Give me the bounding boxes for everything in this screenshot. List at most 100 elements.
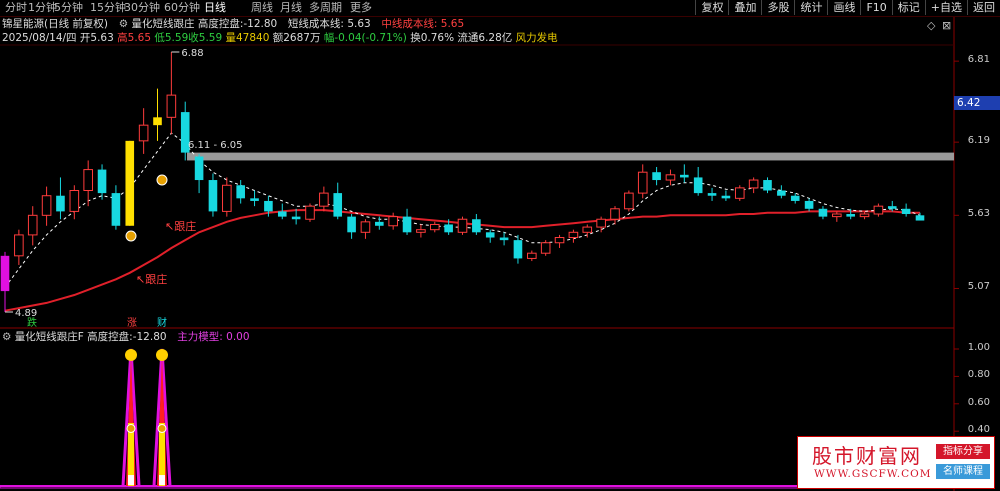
price-axis-label: 6.19 (967, 135, 990, 147)
sub-spike-foot-1 (159, 475, 165, 486)
candle-7 (97, 164, 107, 200)
candle-30 (416, 224, 426, 238)
candle-33 (457, 216, 468, 235)
candle-8 (111, 185, 121, 230)
high-price-label: 6.88 (181, 48, 203, 59)
candle-43 (596, 216, 606, 233)
candle-body-25 (347, 216, 356, 233)
candle-34 (472, 214, 481, 235)
sub-settings-icon[interactable]: ⚙ (2, 331, 11, 343)
candle-body-20 (277, 211, 287, 217)
candle-body-7 (97, 169, 107, 194)
candle-52 (721, 190, 731, 201)
candle-body-34 (472, 219, 481, 233)
candle-9 (125, 140, 135, 226)
resistance-band (187, 152, 954, 161)
tag-zhang: 涨 (127, 317, 137, 329)
candle-body-40 (554, 237, 565, 244)
candle-body-15 (208, 180, 218, 212)
candle-body-37 (513, 240, 523, 259)
watermark-url: WWW.GSCFW.COM (814, 468, 932, 480)
candle-body-66 (915, 215, 925, 221)
candle-body-59 (818, 208, 828, 217)
candle-55 (763, 177, 772, 194)
candle-17 (236, 180, 245, 204)
price-axis-label: 5.07 (967, 281, 990, 293)
candle-body-50 (693, 177, 703, 194)
candle-body-54 (748, 179, 759, 189)
candle-64 (887, 200, 897, 212)
candle-body-65 (901, 208, 911, 215)
kline-chart[interactable]: 6.884.896.11 - 6.05↖跟庄↖跟庄跌涨财 (0, 0, 1000, 491)
candle-body-22 (305, 205, 315, 220)
candle-42 (582, 224, 593, 238)
resistance-range-label: 6.11 - 6.05 (188, 140, 243, 151)
candle-body-23 (319, 192, 329, 207)
candle-0 (0, 251, 10, 312)
candle-body-28 (388, 216, 398, 227)
candle-body-41 (568, 231, 579, 239)
candle-39 (540, 240, 551, 256)
candle-6 (83, 160, 93, 207)
candle-body-57 (790, 195, 800, 201)
candle-51 (707, 187, 717, 201)
candle-12 (166, 52, 177, 135)
candle-body-14 (194, 156, 204, 181)
candle-body-12 (166, 94, 177, 118)
candle-66 (915, 212, 925, 221)
candle-16 (222, 177, 232, 217)
candle-58 (804, 198, 814, 212)
candle-body-9 (125, 140, 135, 226)
candle-body-47 (652, 172, 661, 181)
sub-gkp-value: -12.80 (132, 331, 167, 343)
candle-body-5 (69, 189, 80, 212)
candle-body-46 (637, 171, 648, 194)
candle-body-45 (624, 192, 634, 210)
candle-14 (194, 153, 204, 194)
candle-54 (748, 177, 759, 194)
candle-48 (665, 169, 676, 186)
candle-body-30 (416, 229, 426, 233)
candle-38 (527, 250, 537, 262)
candle-body-39 (540, 242, 551, 254)
candle-40 (554, 234, 565, 248)
candle-4 (56, 177, 65, 220)
candle-body-53 (734, 187, 745, 199)
smiley-icon-1 (156, 349, 168, 361)
candle-body-6 (83, 169, 93, 191)
candle-body-16 (222, 184, 232, 212)
main-model-value: 0.00 (226, 331, 250, 343)
candle-body-0 (0, 255, 10, 292)
sub-axis-label: 0.40 (967, 424, 990, 436)
candle-body-31 (429, 223, 440, 231)
tag-die: 跌 (27, 316, 37, 329)
candle-47 (652, 166, 661, 186)
sub-gkp-label: 高度控盘: (87, 331, 133, 343)
watermark-tag-share: 指标分享 (936, 444, 990, 459)
sub-axis-label: 0.80 (967, 369, 990, 381)
price-axis-label: 6.81 (967, 54, 990, 66)
main-model-label: 主力模型: (177, 331, 223, 343)
candle-23 (319, 186, 329, 212)
candle-body-21 (291, 216, 301, 220)
candle-65 (901, 203, 911, 217)
sub-title[interactable]: 量化短线跟庄F (15, 331, 84, 343)
chart-annotations: 6.884.896.11 - 6.05↖跟庄↖跟庄跌涨财 (5, 48, 243, 329)
candle-18 (250, 190, 259, 207)
candle-body-52 (721, 195, 731, 199)
watermark-title: 股市财富网 (812, 444, 922, 468)
candle-body-33 (457, 218, 468, 233)
candle-body-60 (832, 213, 842, 218)
follow-signal-1: ↖跟庄 (165, 219, 196, 233)
candle-body-35 (485, 232, 495, 238)
sub-spike-foot-0 (128, 475, 134, 486)
candle-46 (637, 164, 648, 199)
candle-body-27 (375, 221, 384, 226)
candle-31 (429, 221, 440, 233)
candle-body-17 (236, 185, 245, 199)
candle-24 (333, 182, 343, 220)
candle-body-55 (763, 180, 772, 191)
candle-50 (693, 166, 703, 196)
candle-body-56 (777, 190, 786, 196)
sub-axis-label: 0.60 (967, 396, 990, 408)
